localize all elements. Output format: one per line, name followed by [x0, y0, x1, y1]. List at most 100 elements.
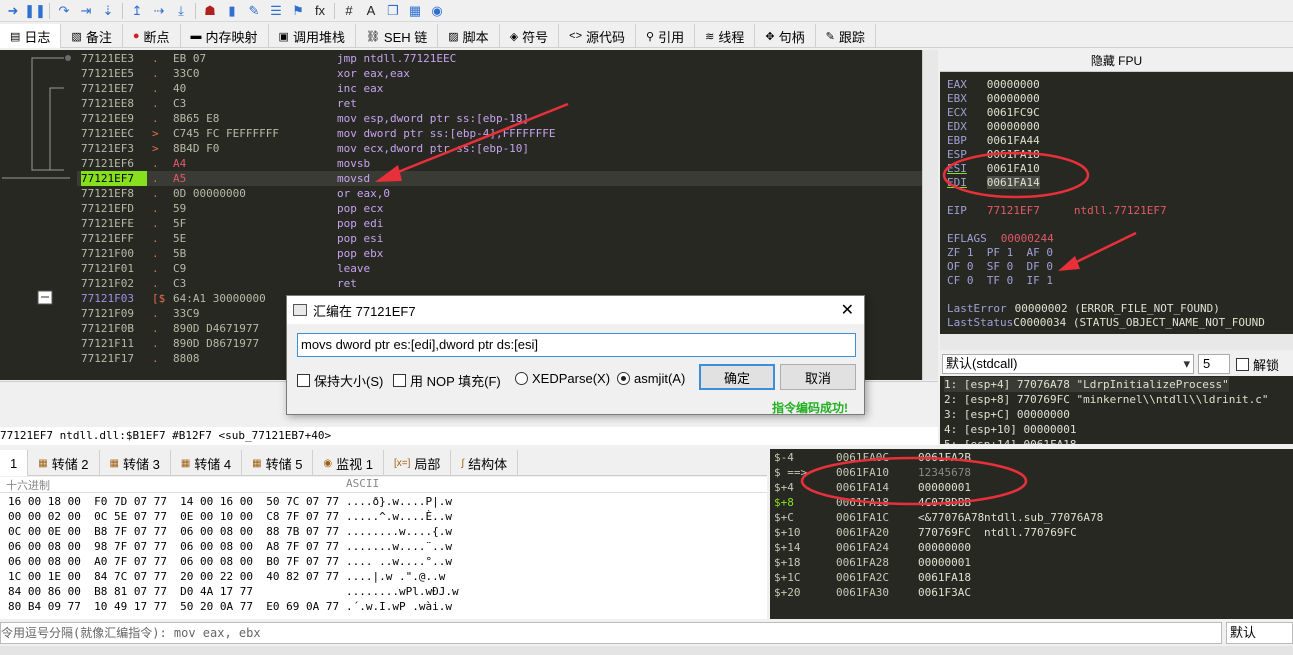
cancel-button[interactable]: 取消	[780, 364, 856, 390]
stack-view[interactable]: $-4 0061FA0C 0061FA2B $ ==> 0061FA10 12345678…	[770, 449, 1293, 619]
tab-6[interactable]: ▨ 脚本	[438, 24, 500, 48]
disasm-row[interactable]: 77121EF7. A5 movsd	[77, 171, 922, 186]
tab-9[interactable]: ⚲ 引用	[636, 24, 696, 48]
dump-tab-4[interactable]: ▦ 转储 5	[242, 450, 314, 476]
dump-tab-5[interactable]: ◉ 监视 1	[313, 450, 384, 476]
argument-row[interactable]: 1: [esp+4] 77076A78 "LdrpInitializeProce…	[944, 377, 1229, 392]
dump-row[interactable]: 1C 00 1E 00 84 7C 07 77 20 00 22 00 40 8…	[0, 569, 760, 584]
step-out-icon[interactable]: ⇥	[75, 1, 97, 21]
calculator-icon[interactable]: ▦	[404, 1, 426, 21]
dump-view[interactable]: 16 00 18 00 F0 7D 07 77 14 00 16 00 50 7…	[0, 493, 767, 619]
register-row[interactable]: ECX 0061FC9C	[947, 106, 1040, 120]
tab-0[interactable]: ▤ 日志	[0, 24, 62, 48]
trace-over-icon[interactable]: ⇢	[148, 1, 170, 21]
asmjit-radio[interactable]: asmjit(A)	[617, 371, 685, 386]
tab-11[interactable]: ✥ 句柄	[755, 24, 816, 48]
comment-icon[interactable]: ☰	[265, 1, 287, 21]
ok-button[interactable]: 确定	[699, 364, 775, 390]
disasm-row[interactable]: 77121EE7. 40 inc eax	[77, 81, 922, 96]
command-mode-select[interactable]: 默认	[1226, 622, 1293, 644]
argument-row[interactable]: 3: [esp+C] 00000000	[944, 407, 1070, 422]
keep-size-checkbox[interactable]: 保持大小(S)	[297, 371, 383, 390]
register-row[interactable]: ESP 0061FA18	[947, 148, 1040, 162]
last-status-row[interactable]: LastStatusC0000034 (STATUS_OBJECT_NAME_N…	[947, 316, 1265, 330]
disasm-row[interactable]: 77121EF3 >8B4D F0 mov ecx,dword ptr ss:[eb…	[77, 141, 922, 156]
run-to-icon[interactable]: ⇣	[97, 1, 119, 21]
step-into-icon[interactable]: ➜	[2, 1, 24, 21]
close-icon[interactable]: ✕	[841, 300, 854, 320]
disasm-row[interactable]: 77121EF6. A4 movsb	[77, 156, 922, 171]
disasm-row[interactable]: 77121EE9. 8B65 E8 mov esp,dword ptr ss:[eb…	[77, 111, 922, 126]
disasm-row[interactable]: 77121EE8. C3 ret	[77, 96, 922, 111]
tab-8[interactable]: <> 源代码	[559, 24, 637, 48]
dump-tab-1[interactable]: ▦ 转储 2	[28, 450, 100, 476]
disasm-row[interactable]: 77121EFF. 5E pop esi	[77, 231, 922, 246]
copy-icon[interactable]: ❐	[382, 1, 404, 21]
dump-tab-2[interactable]: ▦ 转储 3	[100, 450, 171, 476]
register-row[interactable]: EDX 00000000	[947, 120, 1040, 134]
eip-row[interactable]: EIP 77121EF7 ntdll.77121EF7	[947, 204, 1167, 218]
dump-row[interactable]: 16 00 18 00 F0 7D 07 77 14 00 16 00 50 7…	[0, 494, 760, 509]
tab-1[interactable]: ▧ 备注	[61, 24, 123, 48]
arg-count-stepper[interactable]: 5	[1198, 354, 1230, 374]
dump-row[interactable]: 06 00 08 00 A0 7F 07 77 06 00 08 00 B0 7…	[0, 554, 760, 569]
patch-icon[interactable]: ✎	[243, 1, 265, 21]
execute-till-return-icon[interactable]: ⤓	[170, 1, 192, 21]
label-icon[interactable]: ⚑	[287, 1, 309, 21]
assemble-input[interactable]: movs dword ptr es:[edi],dword ptr ds:[es…	[297, 333, 856, 357]
xedparse-radio[interactable]: XEDParse(X)	[515, 371, 610, 386]
dump-tab-3[interactable]: ▦ 转储 4	[171, 450, 243, 476]
flags-row[interactable]: CF 0 TF 0 IF 1	[947, 274, 1053, 288]
argument-row[interactable]: 2: [esp+8] 770769FC "minkernel\\ntdll\\l…	[944, 392, 1269, 407]
disasm-row[interactable]: 77121EFD. 59 pop ecx	[77, 201, 922, 216]
registers-scrollbar[interactable]	[940, 334, 1293, 350]
disasm-row[interactable]: 77121EEC > C745 FC FEFFFFFF mov dword ptr s…	[77, 126, 922, 141]
step-over-icon[interactable]: ↷	[53, 1, 75, 21]
disasm-row[interactable]: 77121EE3. EB 07 jmp ntdll.77121EEC	[77, 51, 922, 66]
disasm-row[interactable]: 77121F01. C9 leave	[77, 261, 922, 276]
disasm-row[interactable]: 77121EF8. 0D 00000000 or eax,0	[77, 186, 922, 201]
font-icon[interactable]: A	[360, 1, 382, 21]
dump-row[interactable]: 00 00 02 00 0C 5E 07 77 0E 00 10 00 C8 7…	[0, 509, 760, 524]
register-row[interactable]: EBP 0061FA44	[947, 134, 1040, 148]
tab-3[interactable]: ▬ 内存映射	[181, 24, 269, 48]
disasm-row[interactable]: 77121EFE. 5F pop edi	[77, 216, 922, 231]
calling-convention-select[interactable]: 默认(stdcall)	[942, 354, 1194, 374]
flags-row[interactable]: ZF 1 PF 1 AF 0	[947, 246, 1053, 260]
dump-row[interactable]: 06 00 08 00 98 7F 07 77 06 00 08 00 A8 7…	[0, 539, 760, 554]
dump-tab-0[interactable]: 1	[0, 450, 29, 476]
unlock-checkbox[interactable]: 解锁	[1236, 355, 1279, 374]
register-row[interactable]: EBX 00000000	[947, 92, 1040, 106]
dump-tab-7[interactable]: ∫ 结构体	[451, 450, 519, 476]
globe-icon[interactable]: ◉	[426, 1, 448, 21]
dump-row[interactable]: 0C 00 0E 00 B8 7F 07 77 06 00 08 00 88 7…	[0, 524, 760, 539]
registers-header[interactable]: 隐藏 FPU	[940, 50, 1293, 72]
flags-row[interactable]: OF 0 SF 0 DF 0	[947, 260, 1053, 274]
disasm-scrollbar[interactable]	[922, 50, 938, 380]
arguments-panel[interactable]: 1: [esp+4] 77076A78 "LdrpInitializeProce…	[940, 376, 1293, 444]
dump-tab-6[interactable]: [x=] 局部	[384, 450, 452, 476]
disasm-row[interactable]: 77121EE5. 33C0 xor eax,eax	[77, 66, 922, 81]
tab-7[interactable]: ◈ 符号	[500, 24, 560, 48]
last-error-row[interactable]: LastError 00000002 (ERROR_FILE_NOT_FOUND)	[947, 302, 1220, 316]
bookmark-icon[interactable]: ▮	[221, 1, 243, 21]
dump-row[interactable]: 84 00 86 00 B8 81 07 77 D0 4A 17 77.....…	[0, 584, 760, 599]
function-icon[interactable]: fx	[309, 1, 331, 21]
argument-row[interactable]: 5: [esp+14] 0061FA18	[944, 437, 1076, 444]
disasm-row[interactable]: 77121F00. 5B pop ebx	[77, 246, 922, 261]
disasm-row[interactable]: 77121F02. C3 ret	[77, 276, 922, 291]
tab-5[interactable]: ⛓ SEH 链	[356, 24, 439, 48]
pause-icon[interactable]: ❚❚	[24, 1, 46, 21]
user-icon[interactable]: ☗	[199, 1, 221, 21]
tab-4[interactable]: ▣ 调用堆栈	[269, 24, 356, 48]
argument-row[interactable]: 4: [esp+10] 00000001	[944, 422, 1076, 437]
trace-into-icon[interactable]: ↥	[126, 1, 148, 21]
tab-2[interactable]: ● 断点	[123, 24, 181, 48]
hash-icon[interactable]: #	[338, 1, 360, 21]
register-row[interactable]: ESI 0061FA10	[947, 162, 1040, 176]
command-input[interactable]: 令用逗号分隔(就像汇编指令): mov eax, ebx	[0, 622, 1222, 644]
nop-fill-checkbox[interactable]: 用 NOP 填充(F)	[393, 371, 501, 390]
tab-10[interactable]: ≋ 线程	[695, 24, 756, 48]
register-row[interactable]: EAX 00000000	[947, 78, 1040, 92]
eflags-row[interactable]: EFLAGS 00000244	[947, 232, 1054, 246]
